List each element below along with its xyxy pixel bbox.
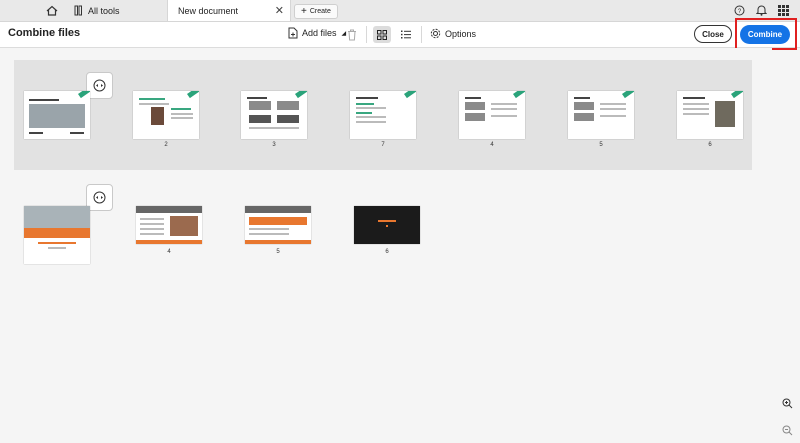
options-button[interactable]: Options	[430, 28, 476, 39]
page-number: 2	[164, 142, 168, 148]
divider	[366, 26, 367, 43]
page-canvas: 2 3 7 4 5 6 4 5 6	[0, 48, 772, 443]
page-thumbnail[interactable]	[24, 91, 90, 139]
page-number: 5	[276, 249, 280, 255]
tab-new-document-label: New document	[178, 5, 239, 16]
expand-file-button[interactable]	[86, 184, 113, 211]
page-number: 6	[385, 249, 389, 255]
bell-icon	[755, 5, 767, 16]
help-icon: ?	[734, 5, 744, 15]
page-thumbnail[interactable]	[133, 91, 199, 139]
help-button[interactable]: ?	[732, 3, 746, 17]
add-files-button[interactable]: Add files ◢	[288, 27, 346, 39]
home-icon	[46, 5, 58, 16]
page-number: 3	[272, 142, 276, 148]
zoom-out-icon	[782, 425, 793, 436]
divider	[421, 26, 422, 43]
notifications-button[interactable]	[754, 3, 768, 17]
page-thumbnail[interactable]	[459, 91, 525, 139]
create-button[interactable]: + Create	[294, 4, 338, 19]
toolbar: Combine files Add files ◢ Options Close	[0, 22, 800, 48]
page-number: 6	[708, 142, 712, 148]
chevron-down-icon: ◢	[341, 30, 347, 37]
page-thumbnail[interactable]	[677, 91, 743, 139]
grid-view-button[interactable]	[373, 26, 391, 43]
tab-new-document[interactable]: New document ✕	[167, 0, 291, 21]
page-thumbnail[interactable]	[136, 206, 202, 244]
gear-icon	[430, 28, 441, 39]
page-thumbnail[interactable]	[245, 206, 311, 244]
zoom-in-button[interactable]	[782, 396, 793, 414]
trash-icon	[348, 29, 356, 41]
tab-all-tools[interactable]: All tools	[68, 0, 164, 21]
options-label: Options	[445, 28, 477, 39]
expand-icon	[93, 191, 106, 204]
right-rail	[772, 0, 800, 443]
zoom-out-button[interactable]	[782, 423, 793, 441]
create-label: Create	[309, 8, 331, 15]
close-icon[interactable]: ✕	[275, 4, 284, 17]
page-thumbnail[interactable]	[568, 91, 634, 139]
list-view-button[interactable]	[397, 26, 415, 43]
close-button[interactable]: Close	[694, 25, 732, 43]
home-button[interactable]	[44, 3, 60, 17]
zoom-in-icon	[782, 398, 793, 409]
page-number: 4	[167, 249, 171, 255]
plus-icon: +	[301, 6, 307, 17]
page-number: 7	[381, 142, 385, 148]
grid-view-icon	[377, 29, 387, 40]
add-file-icon	[288, 27, 298, 39]
tab-bar: All tools New document ✕ + Create ?	[0, 0, 800, 22]
page-thumbnail[interactable]	[24, 206, 90, 264]
list-view-icon	[401, 30, 411, 39]
expand-file-button[interactable]	[86, 72, 113, 99]
page-number: 4	[490, 142, 494, 148]
delete-button[interactable]	[347, 28, 357, 46]
expand-icon	[93, 79, 106, 92]
page-title: Combine files	[8, 27, 81, 39]
page-number: 5	[599, 142, 603, 148]
page-thumbnail[interactable]	[241, 91, 307, 139]
page-thumbnail[interactable]	[354, 206, 420, 244]
tab-all-tools-label: All tools	[88, 5, 120, 16]
add-files-label: Add files	[302, 28, 337, 38]
page-thumbnail[interactable]	[350, 91, 416, 139]
tools-icon	[74, 5, 82, 16]
svg-text:?: ?	[737, 9, 741, 15]
